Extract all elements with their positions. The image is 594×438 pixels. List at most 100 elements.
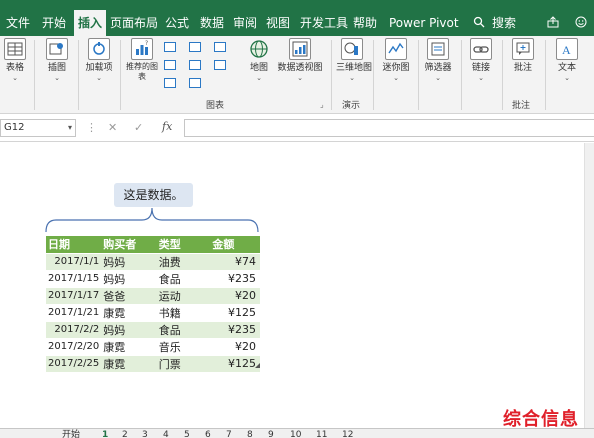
table-button[interactable]: 表格 ⌄ [2, 38, 28, 82]
statistic-chart-icon[interactable] [214, 42, 226, 52]
sheet-tab[interactable]: 4 [163, 431, 169, 438]
links-button[interactable]: 链接 ⌄ [466, 38, 496, 82]
cell-date[interactable]: 2017/1/15 [46, 269, 102, 287]
cell-date[interactable]: 2017/2/25 [46, 354, 102, 372]
header-type[interactable]: 类型 [152, 236, 205, 253]
sparklines-button[interactable]: 迷你图 ⌄ [378, 38, 414, 82]
search-icon[interactable] [472, 16, 486, 30]
sheet-tab[interactable]: 7 [226, 431, 232, 438]
table-row: 2017/1/15 妈妈 食品 ¥235 [46, 269, 260, 287]
table-resize-handle[interactable] [255, 363, 260, 368]
menu-developer[interactable]: 开发工具 [300, 10, 348, 36]
cell-amount[interactable]: ¥125 [204, 303, 260, 321]
vertical-scrollbar[interactable] [584, 143, 594, 428]
recommended-charts-icon: ? [131, 38, 153, 60]
column-chart-icon[interactable] [164, 42, 176, 52]
hierarchy-chart-icon[interactable] [189, 42, 201, 52]
sheet-tab[interactable]: 2 [122, 431, 128, 438]
comment-icon [512, 38, 534, 60]
recommended-charts-button[interactable]: ? 推荐的图表 [124, 38, 160, 82]
comment-button[interactable]: 批注 [508, 38, 538, 74]
cell-type[interactable]: 食品 [152, 269, 205, 287]
table-row: 2017/2/25 康霓 门票 ¥125 [46, 354, 260, 372]
cell-amount[interactable]: ¥235 [204, 320, 260, 338]
cell-buyer[interactable]: 康霓 [101, 337, 153, 355]
cell-date[interactable]: 2017/2/20 [46, 337, 102, 355]
menu-insert[interactable]: 插入 [74, 10, 107, 36]
cell-type[interactable]: 食品 [152, 320, 205, 338]
pivot-chart-button[interactable]: 数据透视图 ⌄ [276, 38, 324, 82]
sheet-tab[interactable]: 开始 [62, 431, 80, 438]
chevron-down-icon: ⌄ [54, 74, 60, 82]
chevron-down-icon: ⌄ [96, 74, 102, 82]
cell-amount[interactable]: ¥235 [204, 269, 260, 287]
sheet-tab[interactable]: 10 [290, 431, 301, 438]
cell-buyer[interactable]: 康霓 [101, 303, 153, 321]
sheet-tab[interactable]: 3 [142, 431, 148, 438]
header-amount[interactable]: 金额 [204, 236, 260, 253]
line-chart-icon[interactable] [164, 60, 176, 70]
cell-amount[interactable]: ¥20 [204, 337, 260, 355]
cell-type[interactable]: 音乐 [152, 337, 205, 355]
more-icon[interactable]: ⋮ [86, 120, 97, 136]
cell-type[interactable]: 门票 [152, 354, 205, 372]
cell-buyer[interactable]: 爸爸 [101, 286, 153, 304]
brace-icon [45, 207, 259, 233]
combo-chart-icon[interactable] [214, 60, 226, 70]
cell-amount[interactable]: ¥125 [204, 354, 260, 372]
cell-type[interactable]: 油费 [152, 252, 205, 270]
cell-date[interactable]: 2017/1/1 [46, 252, 102, 270]
dialog-launcher-icon[interactable]: ⌟ [320, 100, 324, 109]
menu-home[interactable]: 开始 [42, 10, 66, 36]
sheet-tab[interactable]: 6 [205, 431, 211, 438]
cell-buyer[interactable]: 妈妈 [101, 320, 153, 338]
menu-view[interactable]: 视图 [266, 10, 290, 36]
cell-amount[interactable]: ¥74 [204, 252, 260, 270]
cell-type[interactable]: 运动 [152, 286, 205, 304]
sheet-tab[interactable]: 12 [342, 431, 353, 438]
pie-chart-icon[interactable] [164, 78, 176, 88]
cell-buyer[interactable]: 妈妈 [101, 269, 153, 287]
addins-button[interactable]: 加载项 ⌄ [84, 38, 114, 82]
illustrations-button[interactable]: 插图 ⌄ [42, 38, 72, 82]
smiley-icon[interactable] [574, 16, 588, 30]
map-button[interactable]: 地图 ⌄ [244, 38, 274, 82]
filters-button[interactable]: 筛选器 ⌄ [420, 38, 456, 82]
menu-formulas[interactable]: 公式 [165, 10, 189, 36]
insert-function-button[interactable]: fx [162, 120, 172, 133]
header-date[interactable]: 日期 [46, 236, 102, 253]
map3d-button[interactable]: 三维地图 ⌄ [336, 38, 372, 82]
cancel-icon[interactable]: ✕ [108, 120, 117, 136]
menu-file[interactable]: 文件 [6, 10, 30, 36]
sheet-tab[interactable]: 8 [247, 431, 253, 438]
sheet-tab[interactable]: 1 [102, 431, 108, 438]
cell-amount[interactable]: ¥20 [204, 286, 260, 304]
waterfall-chart-icon[interactable] [189, 60, 201, 70]
sheet-tab[interactable]: 11 [316, 431, 327, 438]
menu-search[interactable]: 搜索 [492, 10, 516, 36]
cell-date[interactable]: 2017/1/17 [46, 286, 102, 304]
menu-page-layout[interactable]: 页面布局 [110, 10, 158, 36]
share-icon[interactable] [546, 16, 560, 30]
sheet-tab[interactable]: 9 [268, 431, 274, 438]
menu-review[interactable]: 审阅 [233, 10, 257, 36]
scatter-chart-icon[interactable] [189, 78, 201, 88]
text-button[interactable]: A 文本 ⌄ [552, 38, 582, 82]
cell-buyer[interactable]: 康霓 [101, 354, 153, 372]
watermark-logo: 综合信息 [503, 409, 579, 430]
cell-date[interactable]: 2017/2/2 [46, 320, 102, 338]
menu-data[interactable]: 数据 [200, 10, 224, 36]
confirm-icon[interactable]: ✓ [134, 120, 143, 136]
formula-input[interactable] [184, 119, 594, 137]
menu-power-pivot[interactable]: Power Pivot [389, 10, 459, 36]
cell-type[interactable]: 书籍 [152, 303, 205, 321]
sheet-tab[interactable]: 5 [184, 431, 190, 438]
header-buyer[interactable]: 购买者 [101, 236, 153, 253]
ribbon-divider [120, 40, 121, 110]
menu-help[interactable]: 帮助 [353, 10, 377, 36]
table-row: 2017/2/2 妈妈 食品 ¥235 [46, 320, 260, 338]
name-box[interactable]: G12 ▾ [0, 119, 76, 137]
cell-buyer[interactable]: 妈妈 [101, 252, 153, 270]
addins-icon [88, 38, 110, 60]
cell-date[interactable]: 2017/1/21 [46, 303, 102, 321]
